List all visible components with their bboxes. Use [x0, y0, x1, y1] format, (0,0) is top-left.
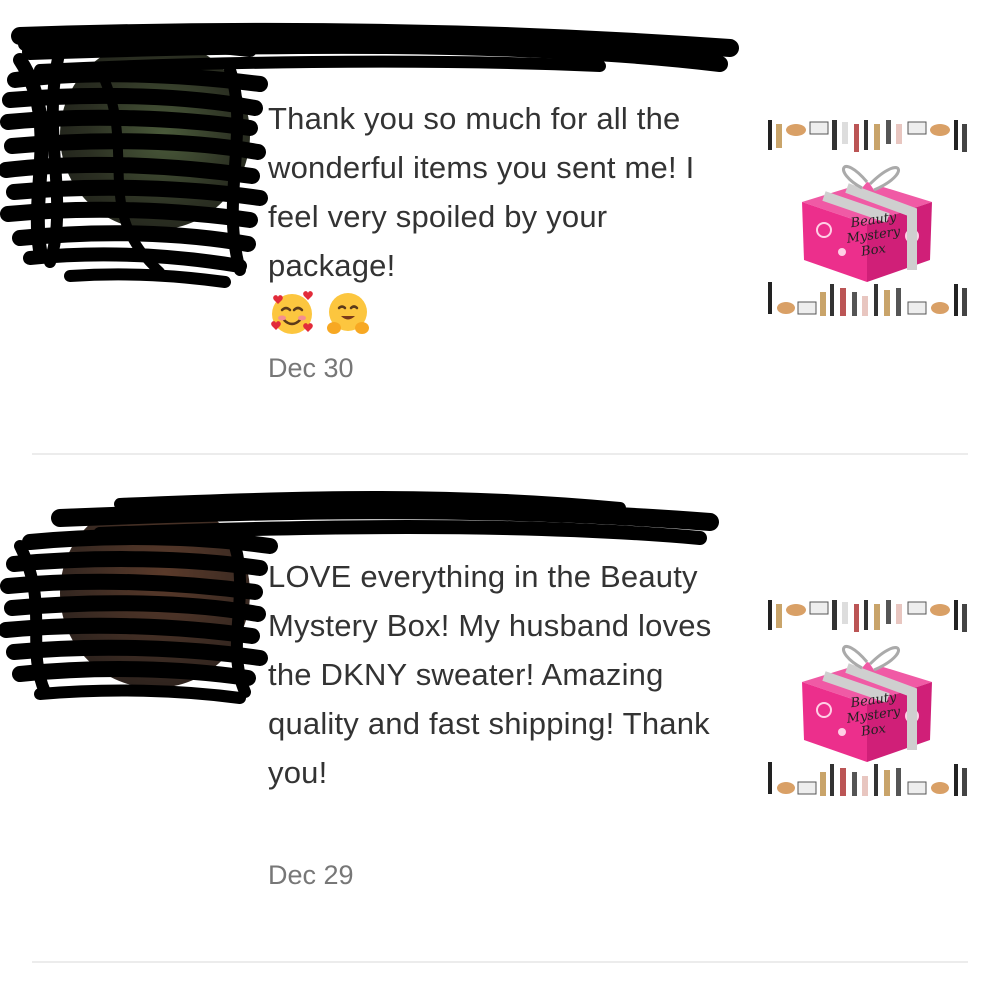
gift-box-icon: Beauty Mystery Box: [802, 645, 932, 762]
review-text: Thank you so much for all the wonderful …: [268, 101, 695, 283]
review-text: LOVE everything in the Beauty Mystery Bo…: [268, 559, 712, 790]
reviewer-avatar[interactable]: [60, 40, 250, 230]
review-item: LOVE everything in the Beauty Mystery Bo…: [0, 456, 1000, 961]
makeup-strip-bottom: [768, 762, 967, 796]
emoji-row: [268, 290, 372, 338]
makeup-strip-top: [768, 120, 967, 152]
review-divider: [32, 961, 968, 963]
gift-box-icon: Beauty Mystery Box: [802, 165, 932, 282]
makeup-strip-bottom: [768, 282, 967, 316]
review-date: Dec 29: [268, 860, 354, 890]
product-thumbnail[interactable]: Beauty Mystery Box: [762, 112, 972, 322]
product-thumbnail[interactable]: Beauty Mystery Box: [762, 592, 972, 802]
makeup-strip-top: [768, 600, 967, 632]
review-divider: [32, 453, 968, 455]
review-item: Thank you so much for all the wonderful …: [0, 0, 1000, 455]
smiling-face-with-hearts-icon: [268, 290, 316, 338]
hugging-face-icon: [324, 290, 372, 338]
review-date: Dec 30: [268, 353, 354, 383]
reviewer-avatar[interactable]: [60, 498, 250, 688]
